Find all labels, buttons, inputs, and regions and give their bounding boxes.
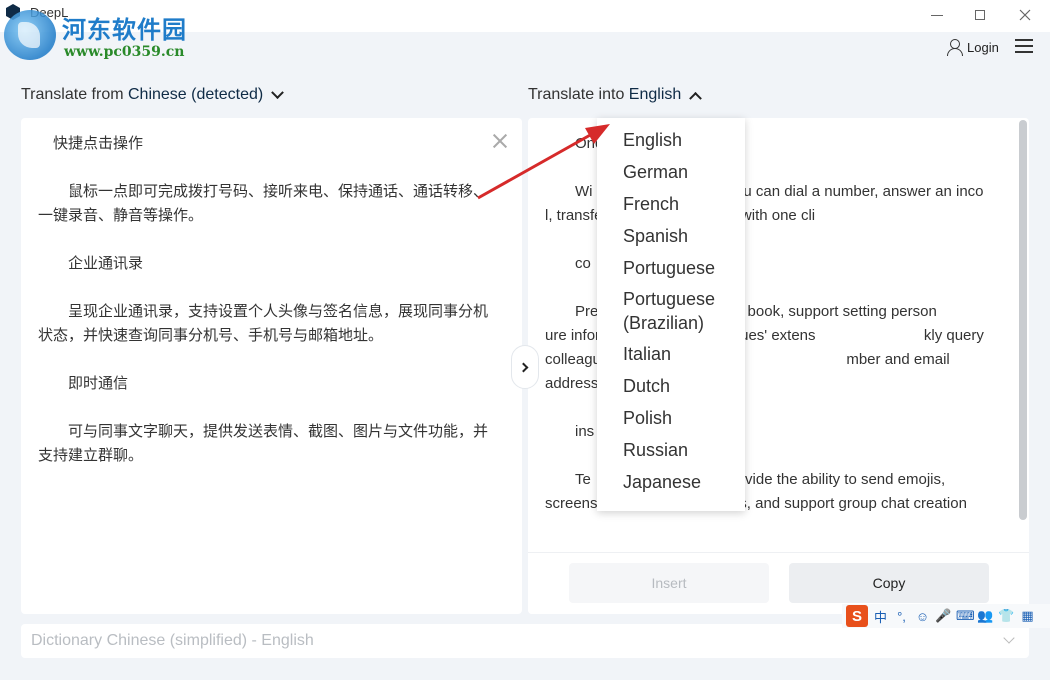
minimize-icon [931,14,943,16]
user-icon [946,39,963,56]
language-option-portuguese[interactable]: Portuguese [597,252,745,284]
ime-toolbar: S 中 °, ☺ 🎤 ⌨ 👥 👕 ▦ [842,604,1050,628]
target-language-name: English [628,86,682,103]
source-text-input[interactable]: 快捷点击操作 鼠标一点即可完成拨打号码、接听来电、保持通话、通话转移、一键录音、… [38,132,498,468]
ime-keyboard-icon[interactable]: ⌨ [956,608,975,624]
sogou-ime-logo-icon[interactable]: S [846,605,868,627]
close-icon [1019,9,1031,21]
language-option-german[interactable]: German [597,156,745,188]
ime-voice-icon[interactable]: 🎤 [935,608,952,624]
target-language-selector[interactable]: Translate into English [528,86,703,105]
source-language-name: Chinese (detected) [128,86,264,103]
ime-punctuation-icon[interactable]: °, [893,609,910,624]
watermark: 河东软件园 www.pc0359.cn [4,6,204,64]
source-language-prefix: Translate from Chinese (detected) [21,86,264,103]
source-language-selector[interactable]: Translate from Chinese (detected) [21,85,285,104]
copy-button[interactable]: Copy [789,563,989,603]
language-option-polish[interactable]: Polish [597,402,745,434]
dictionary-bar[interactable]: Dictionary Chinese (simplified) - Englis… [21,624,1029,658]
clear-text-icon[interactable] [491,132,509,150]
chevron-up-icon [689,91,703,105]
source-text-panel[interactable]: 快捷点击操作 鼠标一点即可完成拨打号码、接听来电、保持通话、通话转移、一键录音、… [21,118,522,614]
watermark-url: www.pc0359.cn [64,44,185,60]
language-option-spanish[interactable]: Spanish [597,220,745,252]
hamburger-menu-icon[interactable] [1015,39,1033,53]
chevron-right-icon [518,362,529,372]
target-scrollbar[interactable] [1019,120,1027,520]
insert-button[interactable]: Insert [569,563,769,603]
watermark-name: 河东软件园 [62,15,187,44]
ime-chinese-mode[interactable]: 中 [872,607,889,626]
target-language-dropdown: English German French Spanish Portuguese… [597,118,745,511]
ime-toolbox-icon[interactable]: ▦ [1019,608,1036,624]
maximize-icon [975,10,985,20]
watermark-logo-icon [4,10,56,60]
ime-emoji-icon[interactable]: ☺ [914,609,931,624]
login-button[interactable]: Login [946,36,999,58]
chevron-down-icon [271,85,285,99]
language-option-italian[interactable]: Italian [597,338,745,370]
language-option-dutch[interactable]: Dutch [597,370,745,402]
maximize-button[interactable] [965,4,995,26]
ime-users-icon[interactable]: 👥 [977,608,994,624]
language-option-portuguese-brazilian[interactable]: Portuguese (Brazilian) [597,284,745,338]
login-label: Login [967,39,999,55]
minimize-button[interactable] [922,4,952,26]
chevron-down-icon [1003,632,1015,644]
ime-skin-icon[interactable]: 👕 [998,608,1015,624]
target-language-prefix: Translate into English [528,86,682,103]
language-option-english[interactable]: English [597,124,745,156]
language-option-japanese[interactable]: Japanese [597,466,745,498]
swap-languages-button[interactable] [511,345,539,389]
dictionary-label: Dictionary Chinese (simplified) - Englis… [31,632,314,649]
language-option-french[interactable]: French [597,188,745,220]
language-option-russian[interactable]: Russian [597,434,745,466]
close-window-button[interactable] [1010,4,1040,26]
